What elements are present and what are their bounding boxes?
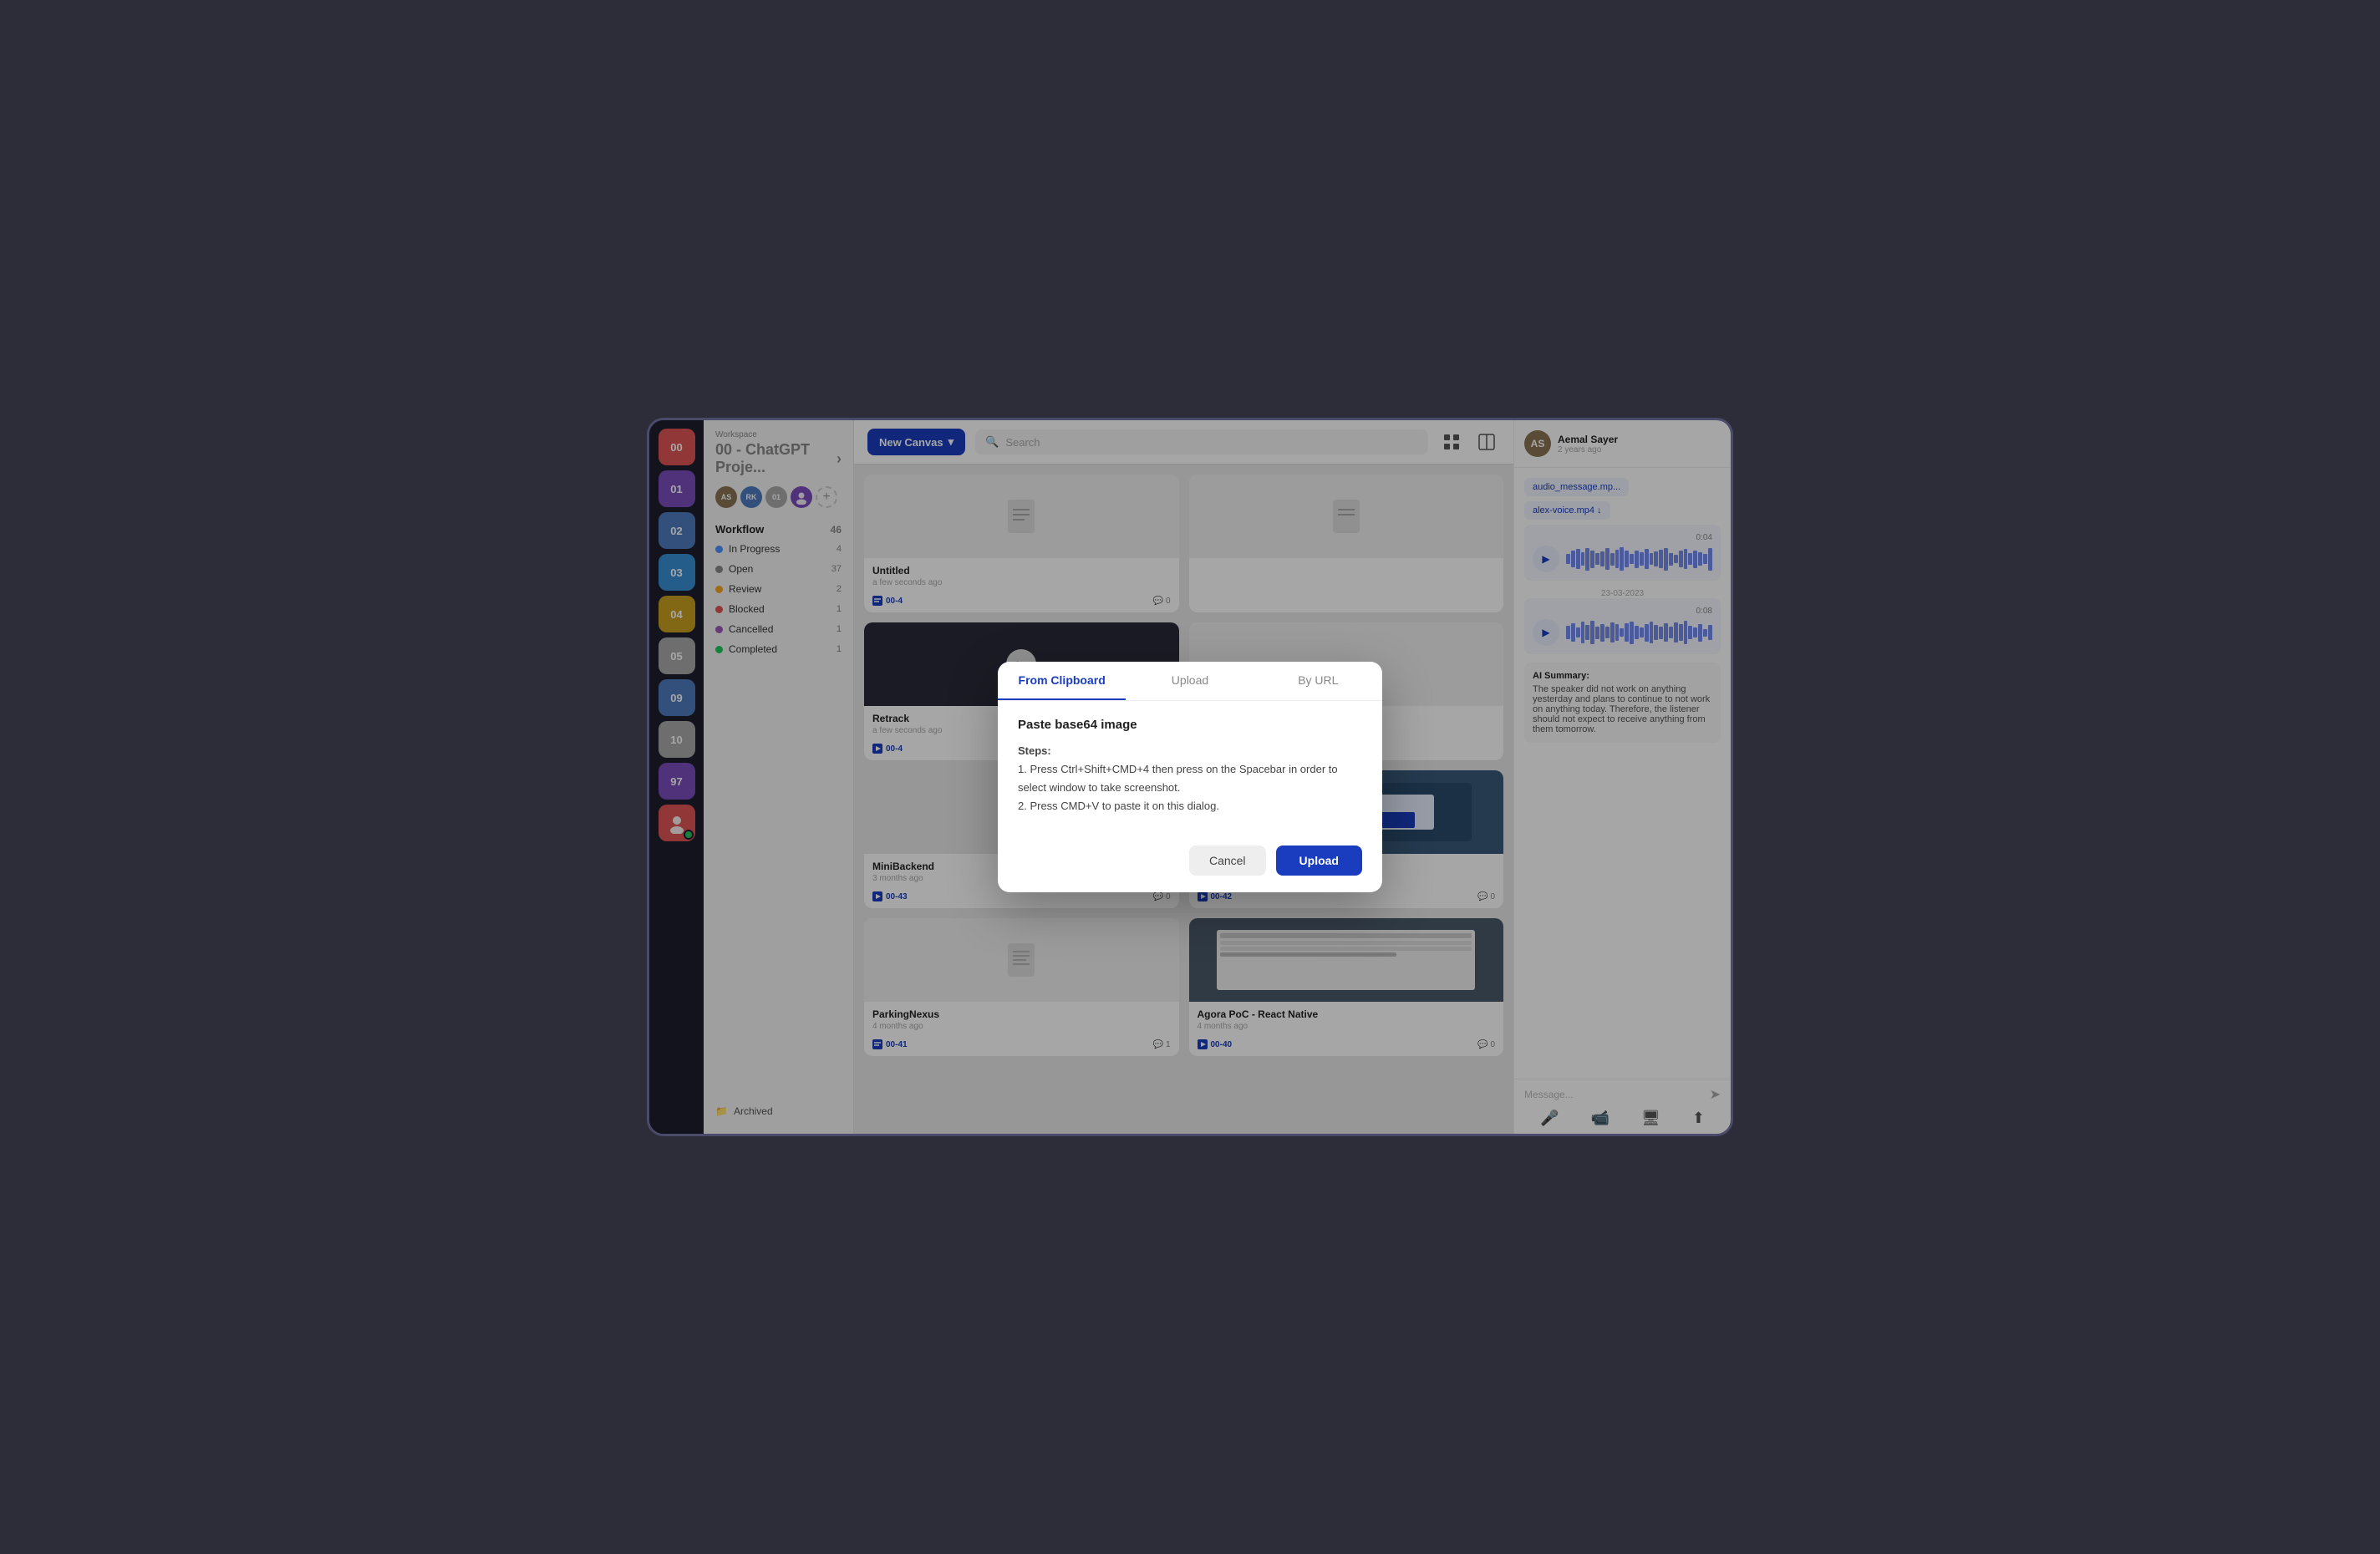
- modal-overlay[interactable]: From Clipboard Upload By URL Paste base6…: [649, 420, 1731, 1134]
- step-1: 1. Press Ctrl+Shift+CMD+4 then press on …: [1018, 763, 1338, 794]
- app-container: 00 01 02 03 04 05 09 10 97 Workspace 00 …: [649, 420, 1731, 1134]
- step-2: 2. Press CMD+V to paste it on this dialo…: [1018, 800, 1219, 812]
- device-frame: 00 01 02 03 04 05 09 10 97 Workspace 00 …: [647, 418, 1733, 1136]
- modal-actions: Cancel Upload: [998, 832, 1382, 892]
- upload-button[interactable]: Upload: [1276, 846, 1362, 876]
- modal-title: Paste base64 image: [1018, 718, 1362, 732]
- tab-upload[interactable]: Upload: [1126, 662, 1254, 700]
- tab-by-url[interactable]: By URL: [1254, 662, 1382, 700]
- tab-from-clipboard[interactable]: From Clipboard: [998, 662, 1126, 700]
- steps-label: Steps:: [1018, 744, 1051, 757]
- upload-modal: From Clipboard Upload By URL Paste base6…: [998, 662, 1382, 892]
- cancel-button[interactable]: Cancel: [1189, 846, 1266, 876]
- modal-body: Paste base64 image Steps: 1. Press Ctrl+…: [998, 701, 1382, 832]
- modal-tabs: From Clipboard Upload By URL: [998, 662, 1382, 701]
- modal-steps: Steps: 1. Press Ctrl+Shift+CMD+4 then pr…: [1018, 742, 1362, 815]
